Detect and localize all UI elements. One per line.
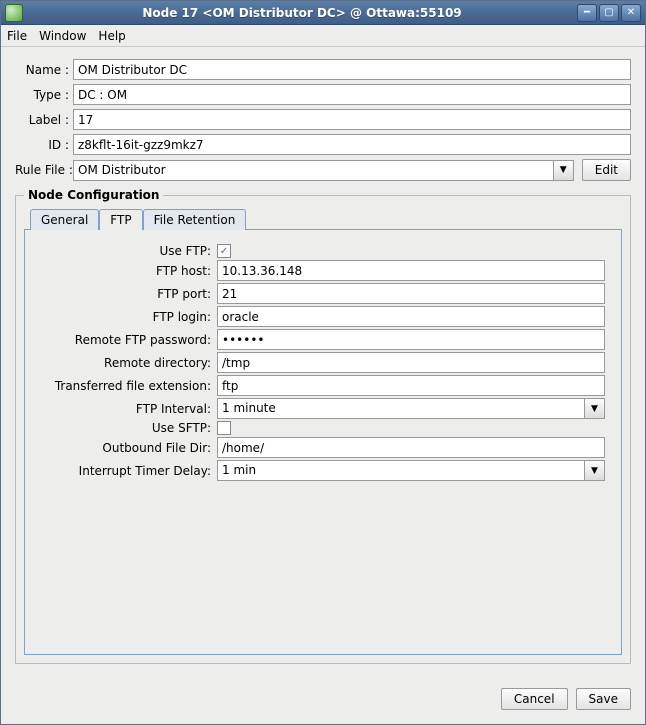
tabs: General FTP File Retention [30, 208, 622, 229]
row-use-ftp: Use FTP: ✓ [41, 244, 605, 258]
ftp-password-label: Remote FTP password: [41, 333, 217, 347]
window-title: Node 17 <OM Distributor DC> @ Ottawa:551… [29, 6, 575, 20]
menu-window[interactable]: Window [39, 29, 86, 43]
outbound-dir-label: Outbound File Dir: [41, 441, 217, 455]
row-outbound-dir: Outbound File Dir: [41, 437, 605, 458]
ftp-port-input[interactable] [217, 283, 605, 304]
ftp-host-input[interactable] [217, 260, 605, 281]
tab-general[interactable]: General [30, 209, 99, 230]
app-icon [5, 4, 23, 22]
row-remote-dir: Remote directory: [41, 352, 605, 373]
row-ftp-password: Remote FTP password: [41, 329, 605, 350]
minimize-button[interactable]: ━ [577, 4, 597, 22]
chevron-down-icon: ▼ [584, 461, 604, 480]
id-label: ID : [15, 138, 73, 152]
use-ftp-label: Use FTP: [41, 244, 217, 258]
tab-ftp[interactable]: FTP [99, 209, 142, 230]
content-area: Name : Type : Label : ID : Rule File : O… [1, 47, 645, 678]
node-config-fieldset: Node Configuration General FTP File Rete… [15, 195, 631, 664]
minimize-icon: ━ [584, 7, 590, 18]
ftp-interval-dropdown[interactable]: 1 minute ▼ [217, 398, 605, 419]
interrupt-delay-dropdown[interactable]: 1 min ▼ [217, 460, 605, 481]
tab-file-retention[interactable]: File Retention [143, 209, 247, 230]
interrupt-delay-label: Interrupt Timer Delay: [41, 464, 217, 478]
dialog-footer: Cancel Save [1, 678, 645, 724]
row-use-sftp: Use SFTP: [41, 421, 605, 435]
row-name: Name : [15, 59, 631, 80]
rulefile-label: Rule File : [15, 163, 73, 177]
name-label: Name : [15, 63, 73, 77]
rulefile-value: OM Distributor [74, 161, 553, 180]
label-input[interactable] [73, 109, 631, 130]
chevron-down-icon: ▼ [553, 161, 573, 180]
tabpanel-ftp: Use FTP: ✓ FTP host: FTP port: FTP login… [24, 229, 622, 655]
rulefile-dropdown[interactable]: OM Distributor ▼ [73, 160, 574, 181]
row-label: Label : [15, 109, 631, 130]
window-frame: Node 17 <OM Distributor DC> @ Ottawa:551… [0, 0, 646, 725]
type-input[interactable] [73, 84, 631, 105]
interrupt-delay-value: 1 min [218, 461, 584, 480]
chevron-down-icon: ▼ [584, 399, 604, 418]
cancel-button[interactable]: Cancel [501, 688, 568, 710]
row-id: ID : [15, 134, 631, 155]
file-ext-label: Transferred file extension: [41, 379, 217, 393]
row-rulefile: Rule File : OM Distributor ▼ Edit [15, 159, 631, 181]
close-icon: ✕ [627, 7, 635, 18]
row-interrupt-delay: Interrupt Timer Delay: 1 min ▼ [41, 460, 605, 481]
use-ftp-checkbox[interactable]: ✓ [217, 244, 231, 258]
titlebar: Node 17 <OM Distributor DC> @ Ottawa:551… [1, 1, 645, 25]
save-button[interactable]: Save [576, 688, 631, 710]
maximize-button[interactable]: ▢ [599, 4, 619, 22]
ftp-login-input[interactable] [217, 306, 605, 327]
fieldset-legend: Node Configuration [24, 188, 163, 202]
row-ftp-interval: FTP Interval: 1 minute ▼ [41, 398, 605, 419]
ftp-port-label: FTP port: [41, 287, 217, 301]
row-file-ext: Transferred file extension: [41, 375, 605, 396]
menu-file[interactable]: File [7, 29, 27, 43]
id-input[interactable] [73, 134, 631, 155]
menu-help[interactable]: Help [98, 29, 125, 43]
close-button[interactable]: ✕ [621, 4, 641, 22]
maximize-icon: ▢ [604, 7, 613, 18]
label-label: Label : [15, 113, 73, 127]
ftp-host-label: FTP host: [41, 264, 217, 278]
check-icon: ✓ [220, 246, 228, 257]
remote-dir-label: Remote directory: [41, 356, 217, 370]
outbound-dir-input[interactable] [217, 437, 605, 458]
row-ftp-port: FTP port: [41, 283, 605, 304]
ftp-password-input[interactable] [217, 329, 605, 350]
row-type: Type : [15, 84, 631, 105]
use-sftp-checkbox[interactable] [217, 421, 231, 435]
use-sftp-label: Use SFTP: [41, 421, 217, 435]
ftp-interval-value: 1 minute [218, 399, 584, 418]
name-input[interactable] [73, 59, 631, 80]
type-label: Type : [15, 88, 73, 102]
row-ftp-login: FTP login: [41, 306, 605, 327]
ftp-login-label: FTP login: [41, 310, 217, 324]
menubar: File Window Help [1, 25, 645, 47]
remote-dir-input[interactable] [217, 352, 605, 373]
file-ext-input[interactable] [217, 375, 605, 396]
ftp-interval-label: FTP Interval: [41, 402, 217, 416]
row-ftp-host: FTP host: [41, 260, 605, 281]
edit-button[interactable]: Edit [582, 159, 631, 181]
